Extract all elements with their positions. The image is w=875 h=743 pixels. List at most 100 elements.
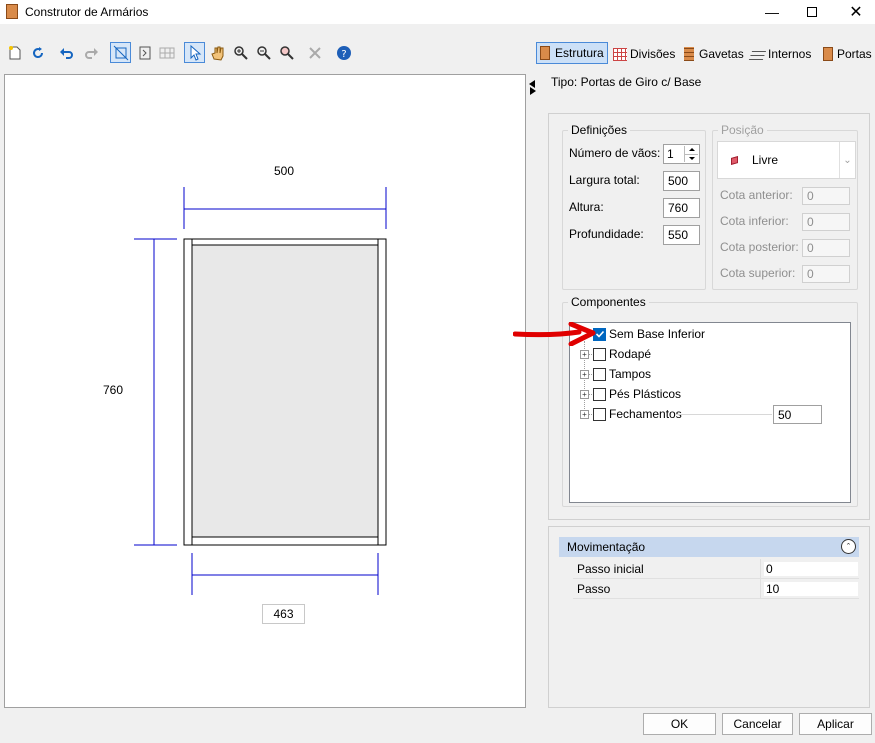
close-button[interactable]: ✕ — [843, 0, 869, 24]
numero-vaos-value: 1 — [667, 147, 674, 161]
tree-item-pes-plasticos[interactable]: Pés Plásticos — [593, 386, 681, 402]
altura-label: Altura: — [569, 200, 604, 214]
cota-inferior-label: Cota inferior: — [720, 214, 789, 228]
title-bar: Construtor de Armários — ✕ — [0, 0, 875, 24]
movimentacao-panel: Movimentação ˆ Passo inicial 0 Passo 10 — [548, 526, 870, 708]
table-row[interactable]: Passo inicial 0 — [573, 559, 859, 579]
expand-plus-icon[interactable]: + — [580, 350, 589, 359]
split-icon[interactable] — [136, 44, 154, 62]
measure-icon[interactable] — [110, 42, 131, 63]
minimize-button[interactable]: — — [758, 0, 786, 24]
zoom-out-icon[interactable] — [255, 44, 273, 62]
tab-gavetas[interactable]: Gavetas — [684, 44, 744, 64]
passo-label: Passo — [577, 581, 611, 596]
width-bottom-input[interactable]: 463 — [262, 604, 305, 624]
cota-superior-input: 0 — [802, 265, 850, 283]
tree-item-rodape[interactable]: Rodapé — [593, 346, 651, 362]
maximize-button[interactable] — [800, 0, 824, 24]
undo-icon[interactable] — [58, 44, 76, 62]
tab-divisoes[interactable]: Divisões — [613, 44, 675, 64]
posicao-group: Posição Livre ⌄ Cota anterior: 0 Cota in… — [712, 123, 858, 290]
redo-icon[interactable] — [82, 44, 100, 62]
tree-item-label: Pés Plásticos — [609, 387, 682, 401]
posicao-selected: Livre — [752, 153, 779, 167]
tree-item-fechamentos[interactable]: Fechamentos — [593, 406, 682, 422]
svg-text:?: ? — [341, 49, 346, 60]
definicoes-legend: Definições — [568, 123, 631, 137]
apply-button[interactable]: Aplicar — [799, 713, 872, 735]
annotation-arrow-icon — [513, 322, 596, 346]
delete-icon[interactable] — [306, 44, 324, 62]
largura-input[interactable]: 500 — [663, 171, 700, 191]
largura-label: Largura total: — [569, 173, 640, 187]
checkbox-icon[interactable] — [593, 347, 606, 361]
profundidade-input[interactable]: 550 — [663, 225, 700, 245]
shelves-icon — [748, 48, 768, 60]
posicao-legend: Posição — [718, 123, 767, 137]
grid-icon — [613, 47, 627, 61]
checkbox-icon[interactable] — [593, 367, 606, 381]
expand-plus-icon[interactable]: + — [580, 390, 589, 399]
table-row[interactable]: Passo 10 — [573, 579, 859, 599]
passo-value[interactable]: 10 — [764, 581, 858, 596]
componentes-legend: Componentes — [568, 295, 649, 309]
numero-vaos-stepper[interactable]: 1 — [663, 144, 700, 164]
pointer-icon[interactable] — [184, 42, 205, 63]
drawer-icon — [684, 47, 694, 61]
width-top-label: 500 — [274, 164, 295, 178]
passo-inicial-value[interactable]: 0 — [764, 561, 858, 576]
expand-plus-icon[interactable]: + — [580, 370, 589, 379]
chevron-down-icon[interactable]: ⌄ — [839, 142, 855, 178]
tree-item-label: Fechamentos — [609, 407, 682, 421]
movimentacao-title: Movimentação — [567, 540, 646, 554]
spin-buttons[interactable] — [684, 146, 698, 162]
tree-item-tampos[interactable]: Tampos — [593, 366, 651, 382]
position-icon — [731, 155, 738, 165]
tab-internos[interactable]: Internos — [748, 44, 811, 64]
tree-item-label: Tampos — [609, 367, 652, 381]
help-icon[interactable]: ? — [335, 44, 353, 62]
window-title: Construtor de Armários — [25, 5, 149, 19]
expand-right-icon[interactable] — [530, 87, 536, 95]
tab-estrutura[interactable]: Estrutura — [536, 42, 608, 64]
cota-inferior-input: 0 — [802, 213, 850, 231]
panel-icon — [540, 46, 550, 60]
passo-inicial-label: Passo inicial — [577, 561, 644, 576]
drawing-canvas[interactable]: 500 760 463 — [4, 74, 526, 708]
tree-item-label: Rodapé — [609, 347, 652, 361]
componentes-tree[interactable]: Sem Base Inferior + Rodapé + Tampos + Pé… — [569, 322, 851, 503]
checkbox-icon[interactable] — [593, 387, 606, 401]
expand-plus-icon[interactable]: + — [580, 410, 589, 419]
tipo-label: Tipo: Portas de Giro c/ Base — [551, 75, 702, 89]
tree-item-sem-base-inferior[interactable]: Sem Base Inferior — [593, 326, 705, 342]
checkbox-icon[interactable] — [593, 407, 606, 421]
pan-icon[interactable] — [209, 44, 227, 62]
spin-down-icon[interactable] — [685, 155, 698, 163]
fechamentos-value-input[interactable]: 50 — [773, 405, 822, 424]
height-left-label: 760 — [103, 383, 124, 397]
toolbar: ? Estrutura Divisões Gavetas Internos Po… — [0, 38, 875, 68]
definicoes-group: Definições Número de vãos: 1 Largura tot… — [562, 123, 706, 290]
spin-up-icon[interactable] — [685, 146, 698, 155]
new-icon[interactable] — [6, 44, 24, 62]
movimentacao-header[interactable]: Movimentação ˆ — [559, 537, 859, 557]
collapse-up-icon[interactable]: ˆ — [841, 539, 856, 554]
cota-posterior-input: 0 — [802, 239, 850, 257]
cota-anterior-label: Cota anterior: — [720, 188, 793, 202]
altura-input[interactable]: 760 — [663, 198, 700, 218]
posicao-dropdown[interactable]: Livre ⌄ — [717, 141, 856, 179]
app-icon — [6, 4, 18, 19]
cancel-button[interactable]: Cancelar — [722, 713, 793, 735]
cota-superior-label: Cota superior: — [720, 266, 796, 280]
tab-portas[interactable]: Portas — [823, 44, 872, 64]
cota-anterior-input: 0 — [802, 187, 850, 205]
ok-button[interactable]: OK — [643, 713, 716, 735]
numero-vaos-label: Número de vãos: — [569, 146, 661, 160]
door-icon — [823, 47, 833, 61]
tree-item-label: Sem Base Inferior — [609, 327, 706, 341]
refresh-icon[interactable] — [29, 44, 47, 62]
zoom-in-icon[interactable] — [232, 44, 250, 62]
profundidade-label: Profundidade: — [569, 227, 644, 241]
zoom-fit-icon[interactable] — [278, 44, 296, 62]
table-icon[interactable] — [158, 44, 176, 62]
